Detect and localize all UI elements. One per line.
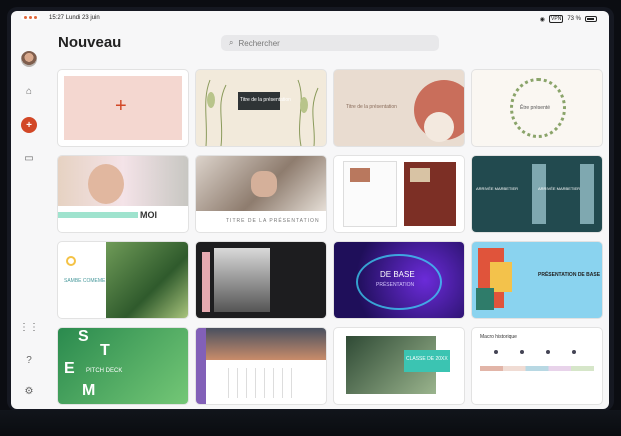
template-graduation[interactable]: CLASSE DE 20XX bbox=[334, 328, 464, 404]
desk-background bbox=[0, 410, 621, 436]
photo-area bbox=[106, 242, 188, 318]
template-family[interactable]: SAMBE COMEME bbox=[58, 242, 188, 318]
template-blocks[interactable]: PRÉSENTATION DE BASE bbox=[472, 242, 602, 318]
template-teal[interactable]: ARRIVÉE MARBETIER ARRIVÉE MARBETIER bbox=[472, 156, 602, 232]
timeline-dot bbox=[494, 350, 498, 354]
stripe-1 bbox=[532, 164, 546, 224]
template-title: MOI bbox=[140, 210, 157, 220]
stem-letter-e: E bbox=[64, 360, 75, 377]
template-botanical[interactable]: Titre de la présentation bbox=[196, 70, 326, 146]
template-title: SAMBE COMEME bbox=[64, 278, 106, 284]
battery-label: 73 % bbox=[567, 16, 581, 22]
search-input[interactable]: ⌕ Rechercher bbox=[221, 35, 439, 51]
template-organic[interactable]: Titre de la présentation bbox=[334, 70, 464, 146]
page-photo-2 bbox=[410, 168, 430, 182]
folder-icon[interactable]: ▭ bbox=[21, 150, 37, 166]
avatar[interactable] bbox=[21, 51, 37, 67]
stem-letter-s: S bbox=[78, 328, 89, 345]
title-band bbox=[58, 212, 138, 218]
template-subtitle: PRÉSENTATION bbox=[376, 282, 415, 288]
page-title: Nouveau bbox=[58, 34, 122, 51]
template-dark-portrait[interactable] bbox=[196, 242, 326, 318]
app-screen: 15:27 Lundi 23 juin ◉ VPN 73 % ⌂ + ▭ ⋮⋮ … bbox=[11, 11, 609, 409]
status-time: 15:27 Lundi 23 juin bbox=[49, 15, 100, 21]
template-timeline[interactable]: Macro historique bbox=[472, 328, 602, 404]
accent-bar bbox=[202, 252, 210, 312]
template-title: PITCH DECK bbox=[86, 368, 123, 374]
page-photo bbox=[350, 168, 370, 182]
calendar-grid bbox=[220, 368, 300, 398]
add-icon: + bbox=[115, 95, 127, 117]
stem-letter-t: T bbox=[100, 342, 110, 359]
template-wedding[interactable]: TITRE DE LA PRÉSENTATION bbox=[196, 156, 326, 232]
status-indicators: ◉ VPN 73 % bbox=[540, 15, 597, 23]
block-3 bbox=[476, 288, 494, 310]
template-blank[interactable]: + bbox=[58, 70, 188, 146]
multitask-dots[interactable] bbox=[21, 15, 40, 20]
template-stem[interactable]: S T E M PITCH DECK bbox=[58, 328, 188, 404]
search-icon: ⌕ bbox=[229, 38, 234, 47]
wifi-icon: ◉ bbox=[539, 16, 546, 23]
template-title: PRÉSENTATION DE BASE bbox=[538, 272, 601, 278]
timeline-dot bbox=[572, 350, 576, 354]
shape-blob bbox=[424, 112, 454, 142]
decor-ring bbox=[66, 256, 76, 266]
landscape-photo bbox=[196, 328, 326, 360]
template-title: CLASSE DE 20XX bbox=[406, 356, 448, 362]
apps-icon[interactable]: ⋮⋮ bbox=[19, 319, 39, 335]
vpn-badge: VPN bbox=[549, 15, 564, 23]
new-icon[interactable]: + bbox=[21, 117, 37, 133]
stripe-2 bbox=[580, 164, 594, 224]
template-title: ARRIVÉE MARBETIER bbox=[476, 186, 519, 191]
template-title: Être présenté bbox=[520, 105, 551, 111]
help-icon[interactable]: ? bbox=[21, 352, 37, 368]
settings-icon[interactable]: ⚙ bbox=[21, 383, 37, 399]
photo-hands bbox=[251, 171, 277, 197]
photo-circle bbox=[88, 164, 124, 204]
template-title-2: ARRIVÉE MARBETIER bbox=[538, 186, 581, 191]
template-title: DE BASE bbox=[380, 270, 415, 279]
template-wreath[interactable]: Être présenté bbox=[472, 70, 602, 146]
template-title: Titre de la présentation bbox=[240, 97, 291, 103]
template-moi[interactable]: MOI bbox=[58, 156, 188, 232]
status-bar: 15:27 Lundi 23 juin ◉ VPN 73 % bbox=[11, 11, 609, 27]
template-title: TITRE DE LA PRÉSENTATION bbox=[226, 218, 320, 224]
template-title: Titre de la présentation bbox=[346, 104, 397, 110]
template-title: Macro historique bbox=[480, 334, 517, 340]
template-calendar[interactable] bbox=[196, 328, 326, 404]
accent-bar bbox=[196, 328, 206, 404]
battery-icon bbox=[585, 16, 597, 22]
template-de-base[interactable]: DE BASE PRÉSENTATION bbox=[334, 242, 464, 318]
timeline-dot bbox=[546, 350, 550, 354]
timeline-bar bbox=[480, 366, 594, 371]
portrait-photo bbox=[214, 248, 270, 312]
timeline-dot bbox=[520, 350, 524, 354]
template-grid: + Titre de la présentation Titre de la p… bbox=[58, 70, 605, 404]
template-pages[interactable] bbox=[334, 156, 464, 232]
stem-letter-m: M bbox=[82, 382, 96, 399]
search-placeholder: Rechercher bbox=[238, 38, 280, 48]
sidebar: ⌂ + ▭ ⋮⋮ ? ⚙ bbox=[11, 27, 51, 409]
home-icon[interactable]: ⌂ bbox=[21, 83, 37, 99]
